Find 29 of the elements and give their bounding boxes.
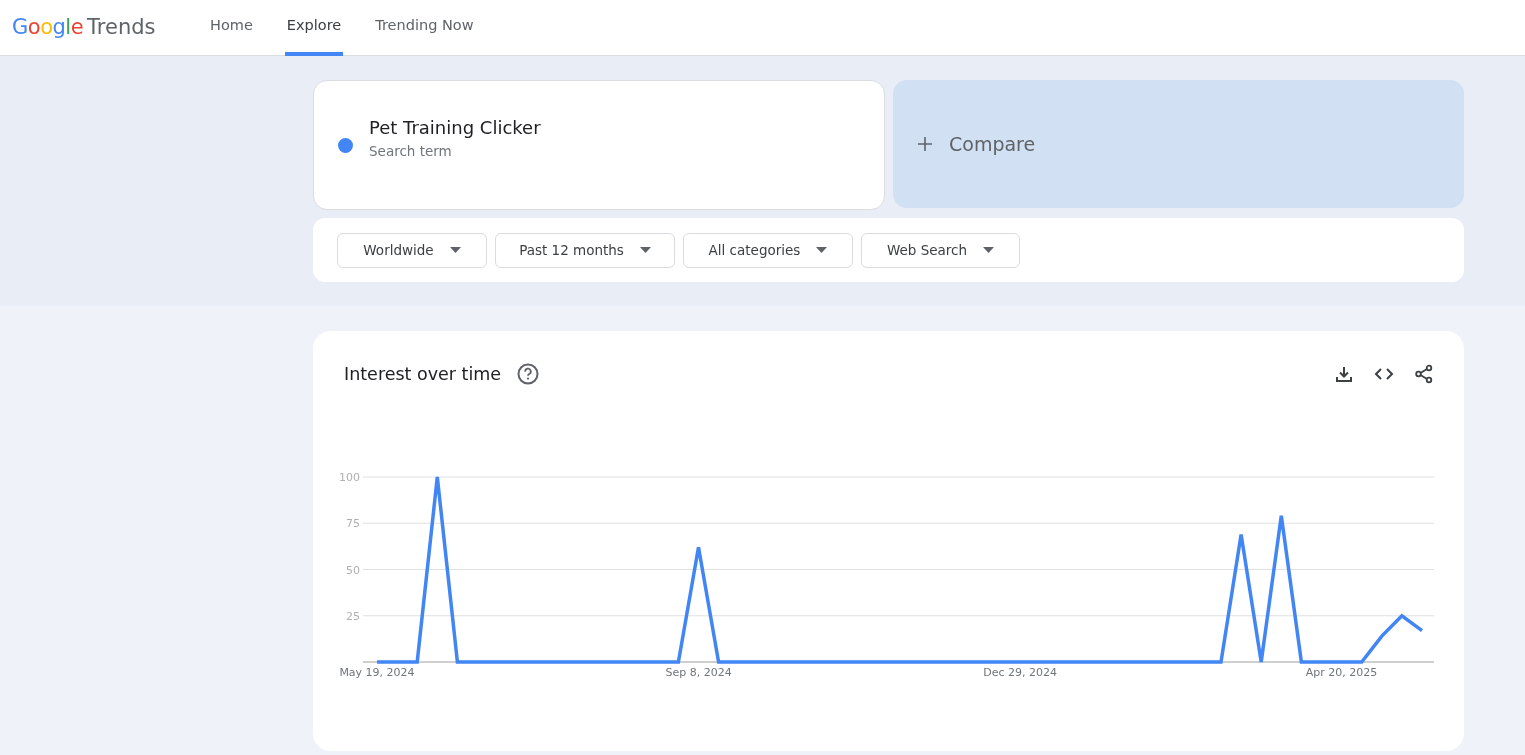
help-icon[interactable] bbox=[517, 363, 540, 386]
filter-dropdown[interactable]: Past 12 months bbox=[495, 232, 675, 268]
y-axis-label: 100 bbox=[339, 471, 360, 485]
x-axis-label: Apr 20, 2025 bbox=[1305, 666, 1378, 680]
search-term-subtitle: Search term bbox=[369, 142, 453, 162]
search-term-card[interactable]: Pet Training Clicker Search term bbox=[313, 80, 885, 210]
logo-product-name[interactable]: Trends bbox=[87, 11, 156, 44]
x-axis-label: Dec 29, 2024 bbox=[983, 666, 1057, 680]
share-icon[interactable] bbox=[1414, 364, 1434, 385]
chart-title: Interest over time bbox=[344, 363, 502, 386]
x-axis-label: Sep 8, 2024 bbox=[665, 666, 732, 680]
download-icon[interactable] bbox=[1334, 364, 1354, 385]
compare-button[interactable]: Compare bbox=[893, 80, 1464, 208]
filter-dropdown[interactable]: All categories bbox=[683, 232, 853, 268]
filter-dropdown[interactable]: Worldwide bbox=[337, 232, 487, 268]
logo-wordmark[interactable]: Google bbox=[12, 11, 84, 44]
caret-icon bbox=[816, 247, 828, 253]
nav-tab[interactable]: Trending Now bbox=[373, 0, 476, 56]
caret-icon bbox=[983, 247, 995, 253]
caret-icon bbox=[639, 247, 651, 253]
x-axis-label: May 19, 2024 bbox=[339, 666, 415, 680]
caret-icon bbox=[449, 247, 461, 253]
nav-tab[interactable]: Home bbox=[208, 0, 255, 56]
search-term-text: Pet Training Clicker bbox=[369, 116, 541, 141]
y-axis-label: 75 bbox=[346, 517, 360, 531]
plus-icon bbox=[917, 136, 933, 152]
y-axis-label: 25 bbox=[346, 610, 360, 623]
y-axis-label: 50 bbox=[346, 563, 360, 577]
filter-dropdown[interactable]: Web Search bbox=[861, 232, 1020, 268]
